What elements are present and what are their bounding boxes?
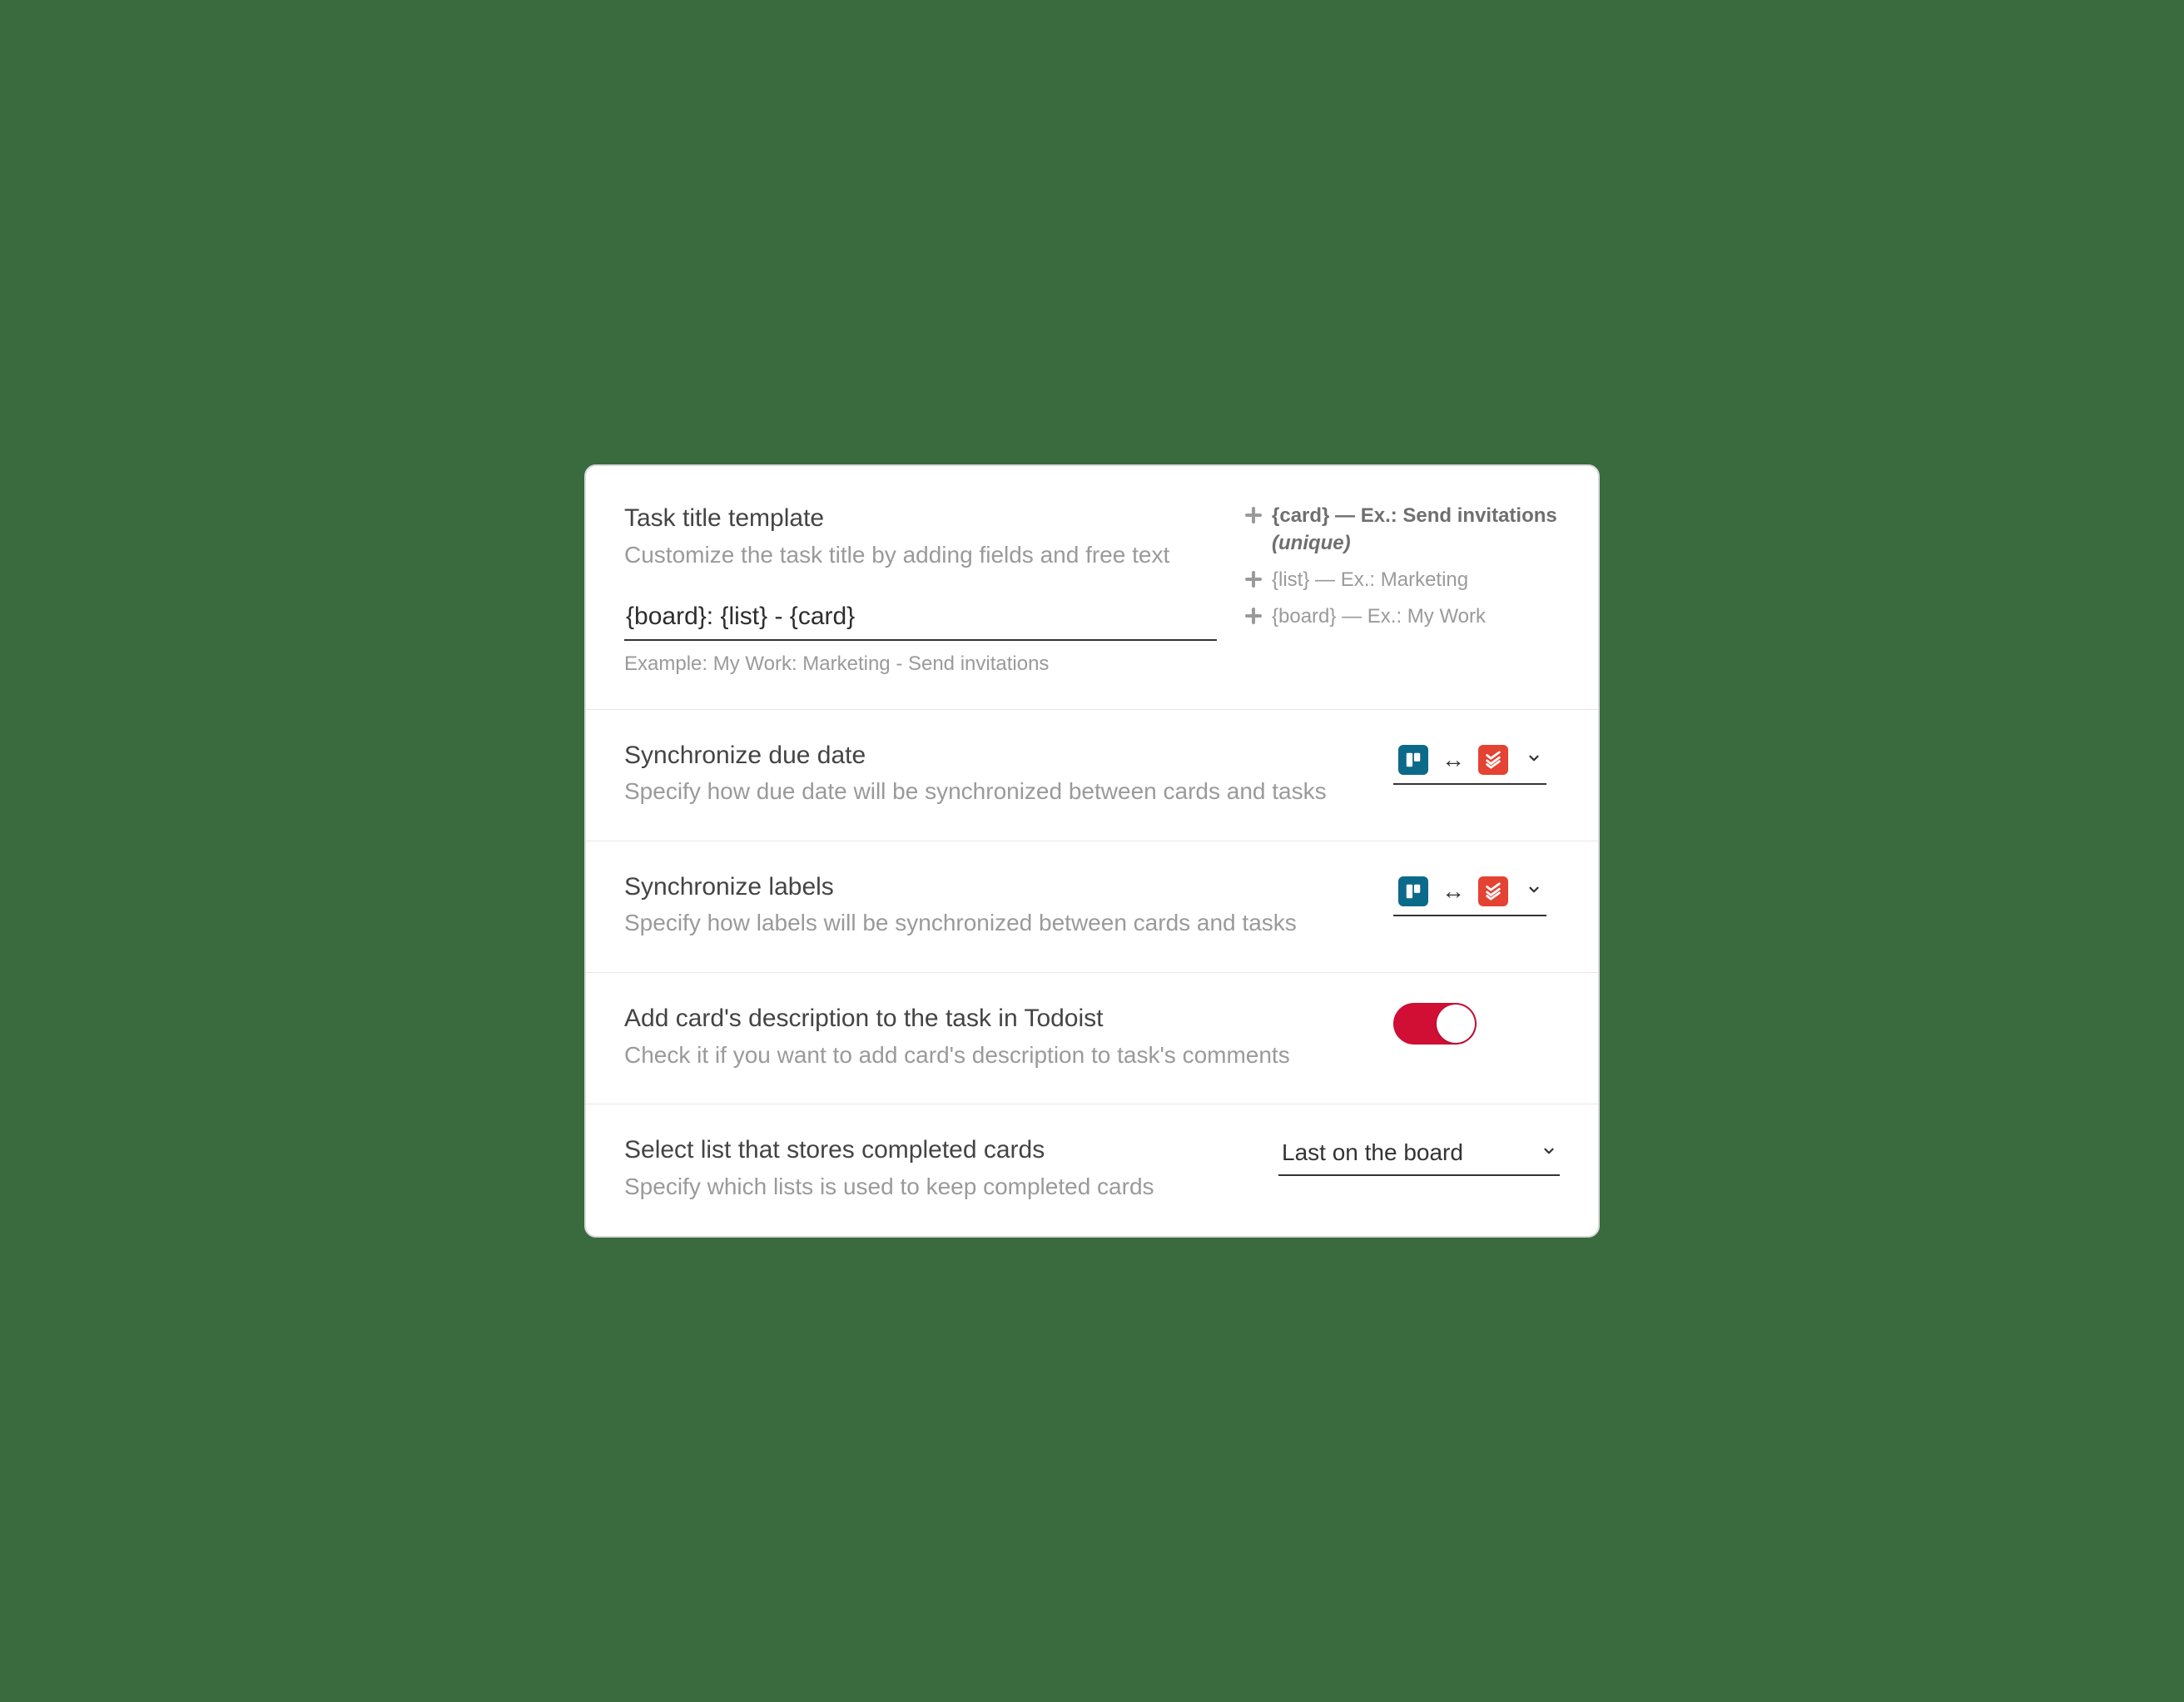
token-tag: {card} (1272, 504, 1329, 527)
template-tokens: {card} — Ex.: Send invitations (unique) … (1243, 503, 1560, 631)
todoist-icon (1478, 745, 1508, 775)
trello-icon (1398, 745, 1428, 775)
plus-icon (1243, 606, 1263, 626)
token-chip-list[interactable]: {list} — Ex.: Marketing (1243, 567, 1560, 593)
todoist-icon (1478, 876, 1508, 906)
setting-title: Add card's description to the task in To… (624, 1003, 1363, 1035)
example-prefix: Example: (624, 653, 713, 675)
setting-title: Select list that stores completed cards (624, 1134, 1248, 1166)
sync-direction-select[interactable]: ↔ (1393, 871, 1546, 916)
sync-direction-select[interactable]: ↔ (1393, 740, 1546, 785)
token-chip-board[interactable]: {board} — Ex.: My Work (1243, 603, 1560, 630)
token-tag: {list} (1272, 568, 1309, 591)
settings-panel: Task title template Customize the task t… (584, 464, 1600, 1237)
example-value: My Work: Marketing - Send invitations (713, 653, 1050, 675)
plus-icon (1243, 505, 1263, 525)
completed-list-value: Last on the board (1282, 1139, 1463, 1166)
token-unique: (unique) (1272, 532, 1351, 554)
section-sync-due-date: Synchronize due date Specify how due dat… (586, 709, 1598, 841)
token-example: Ex.: My Work (1367, 605, 1486, 628)
section-sync-labels: Synchronize labels Specify how labels wi… (586, 841, 1598, 972)
setting-subtitle: Specify how due date will be synchronize… (624, 776, 1363, 807)
plus-icon (1243, 569, 1263, 589)
token-example: Ex.: Send invitations (1361, 504, 1557, 527)
token-chip-card[interactable]: {card} — Ex.: Send invitations (unique) (1243, 503, 1560, 557)
token-example: Ex.: Marketing (1341, 568, 1468, 591)
trello-icon (1398, 876, 1428, 906)
bidirectional-arrow-icon: ↔ (1442, 748, 1465, 772)
token-tag: {board} (1272, 605, 1336, 628)
completed-list-select[interactable]: Last on the board (1278, 1134, 1560, 1176)
section-add-description: Add card's description to the task in To… (586, 972, 1598, 1104)
section-completed-list: Select list that stores completed cards … (586, 1104, 1598, 1235)
task-title-template-input[interactable] (624, 598, 1217, 641)
chevron-down-icon (1526, 881, 1541, 902)
bidirectional-arrow-icon: ↔ (1442, 880, 1465, 903)
section-task-title-template: Task title template Customize the task t… (586, 466, 1598, 708)
setting-title: Synchronize due date (624, 740, 1363, 772)
add-description-toggle[interactable] (1393, 1003, 1477, 1045)
setting-title: Synchronize labels (624, 871, 1363, 903)
setting-subtitle: Check it if you want to add card's descr… (624, 1040, 1363, 1071)
template-example: Example: My Work: Marketing - Send invit… (624, 653, 1214, 676)
chevron-down-icon (1526, 749, 1541, 771)
setting-subtitle: Customize the task title by adding field… (624, 539, 1214, 571)
setting-subtitle: Specify which lists is used to keep comp… (624, 1171, 1248, 1203)
setting-title: Task title template (624, 503, 1214, 534)
toggle-knob (1437, 1005, 1475, 1043)
chevron-down-icon (1541, 1142, 1556, 1164)
setting-subtitle: Specify how labels will be synchronized … (624, 907, 1363, 939)
